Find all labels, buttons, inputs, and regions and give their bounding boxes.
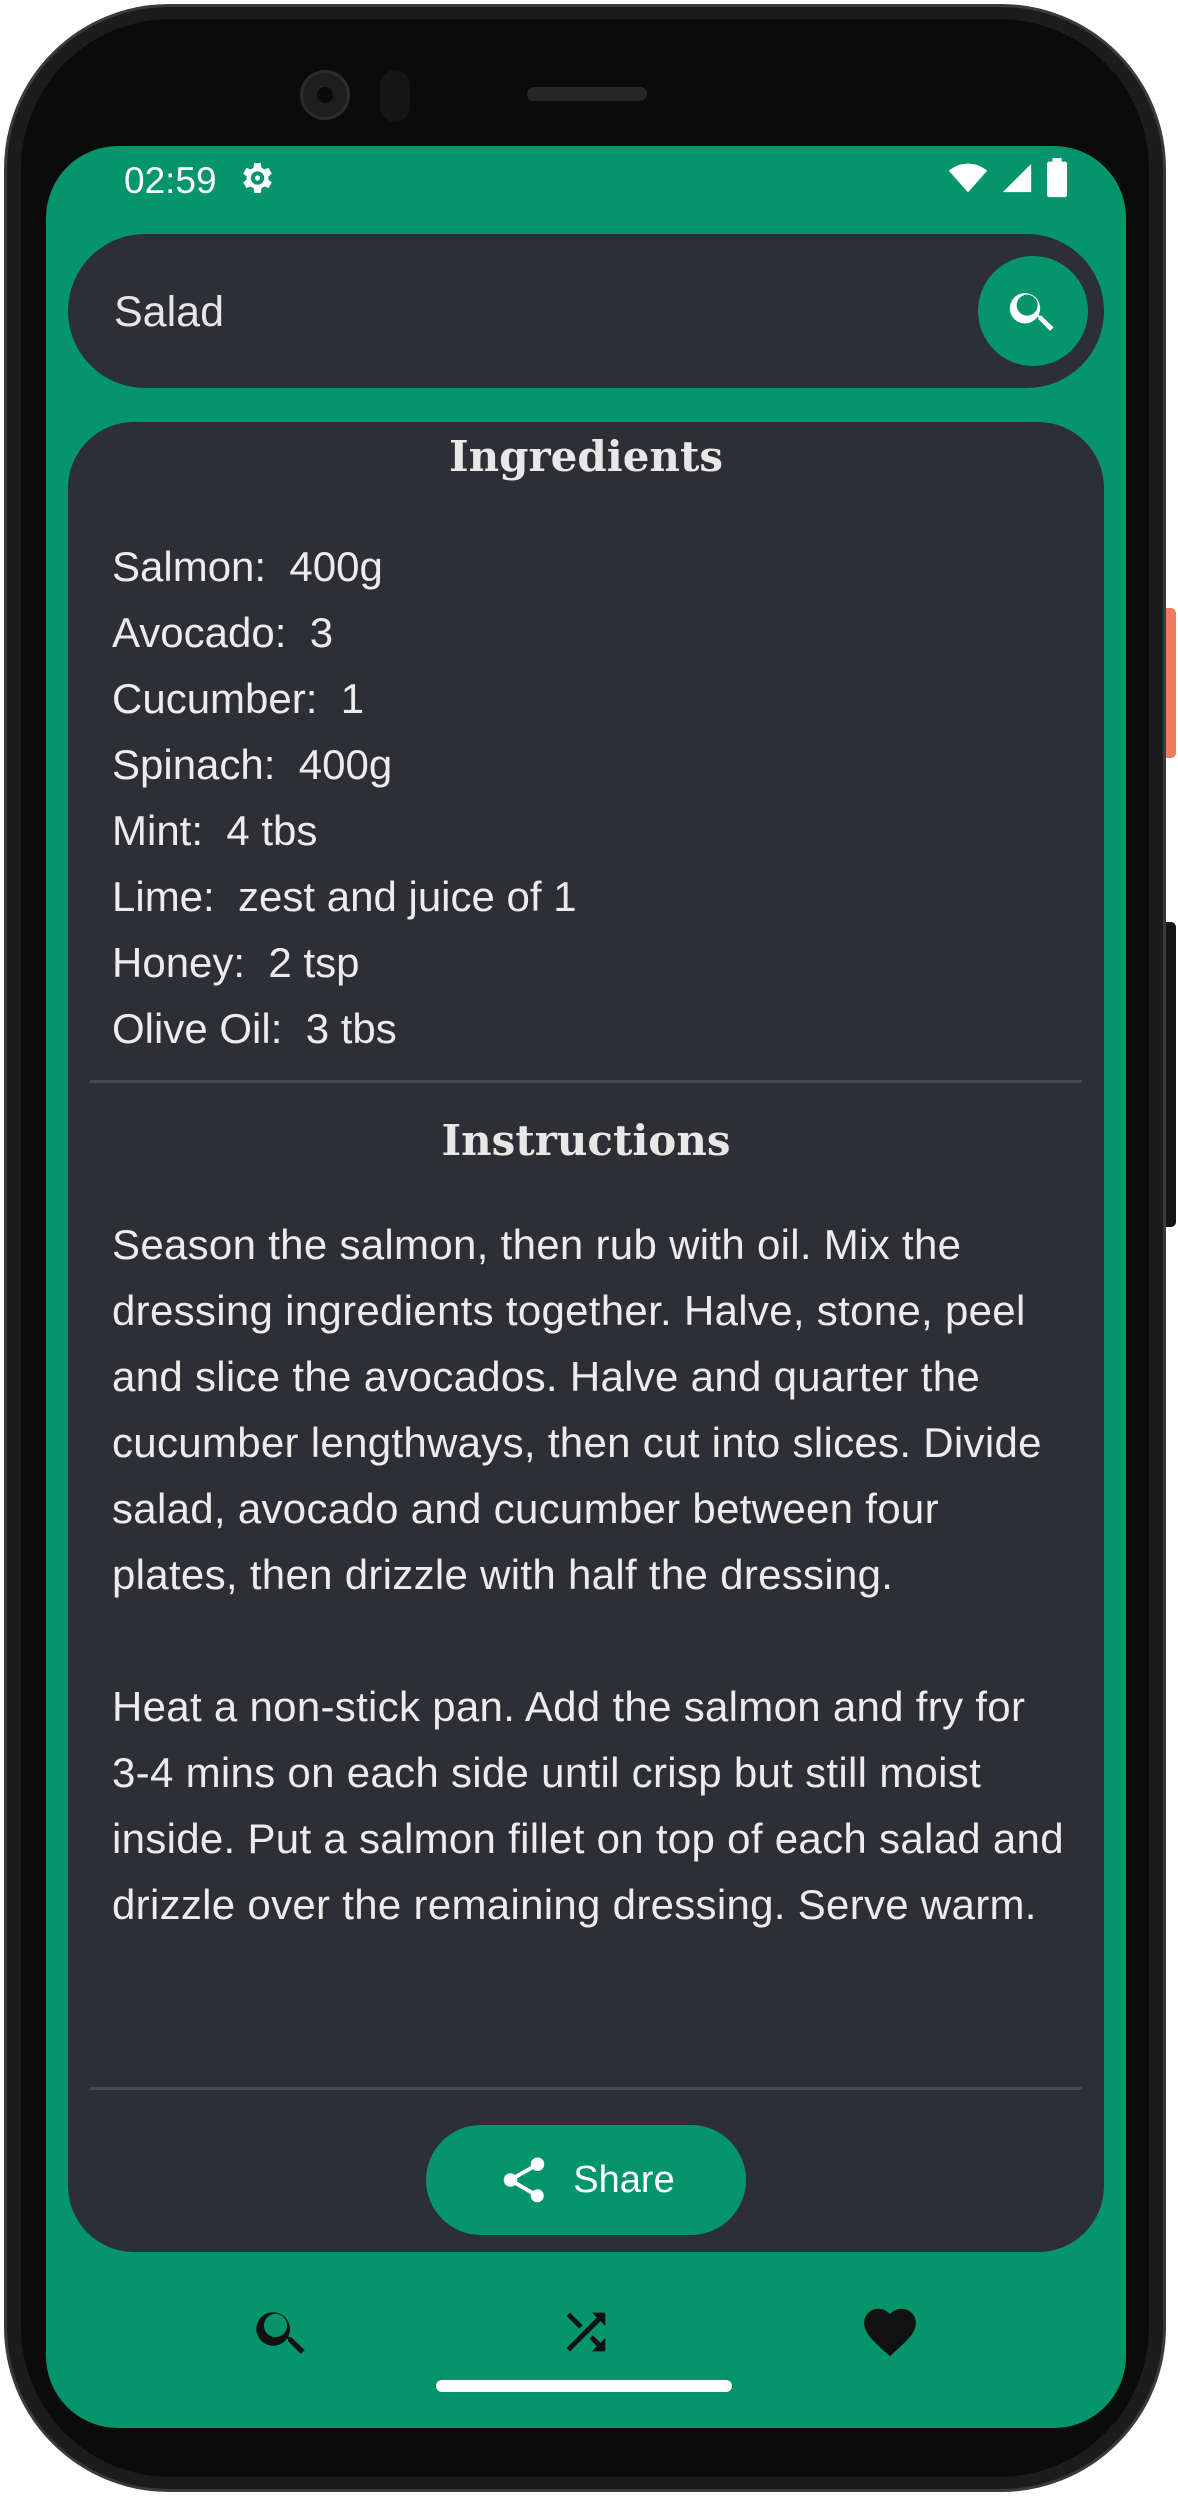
status-time: 02:59 <box>124 160 217 201</box>
instructions-paragraph: Heat a non-stick pan. Add the salmon and… <box>112 1683 1064 1928</box>
section-divider <box>90 1080 1082 1083</box>
search-input[interactable] <box>112 278 996 346</box>
signal-icon <box>1002 163 1032 193</box>
share-label: Share <box>573 2158 675 2201</box>
ingredient-item: Salmon: 400g <box>112 543 383 590</box>
proximity-sensor <box>380 70 410 122</box>
power-button <box>1166 608 1176 758</box>
status-bar: 02:59 <box>46 146 1126 224</box>
nav-random-button[interactable] <box>546 2292 626 2372</box>
section-divider <box>90 2087 1082 2090</box>
shuffle-icon <box>566 2312 606 2352</box>
share-icon <box>504 2157 545 2203</box>
ingredient-item: Mint: 4 tbs <box>112 807 318 854</box>
instructions-title: Instructions <box>441 1116 731 1165</box>
ingredients-list: Salmon: 400g Avocado: 3 Cucumber: 1 Spin… <box>112 534 577 1062</box>
search-icon <box>1009 293 1054 331</box>
search-icon <box>256 2312 305 2354</box>
nav-favorites-button[interactable] <box>850 2292 930 2372</box>
search-bar <box>68 234 1104 388</box>
ingredient-item: Avocado: 3 <box>112 609 334 656</box>
ingredient-item: Lime: zest and juice of 1 <box>112 873 577 920</box>
settings-gear-icon <box>243 163 272 193</box>
instructions-text: Season the salmon, then rub with oil. Mi… <box>112 1212 1072 1938</box>
home-indicator[interactable] <box>436 2380 732 2392</box>
ingredient-item: Honey: 2 tsp <box>112 939 360 986</box>
heart-icon <box>864 2308 916 2357</box>
battery-icon <box>1047 158 1067 198</box>
ingredients-title: Ingredients <box>448 432 724 481</box>
bottom-navigation <box>46 2272 1126 2392</box>
nav-search-button[interactable] <box>242 2292 322 2372</box>
front-camera <box>300 70 350 120</box>
earpiece-speaker <box>527 87 647 101</box>
status-icons <box>948 158 1068 198</box>
search-button[interactable] <box>978 256 1088 366</box>
ingredient-item: Spinach: 400g <box>112 741 393 788</box>
volume-button <box>1166 922 1176 1227</box>
instructions-paragraph: Season the salmon, then rub with oil. Mi… <box>112 1221 1042 1598</box>
app-screen: 02:59 Ingredients Sal <box>46 146 1126 2428</box>
ingredient-item: Cucumber: 1 <box>112 675 365 722</box>
share-button[interactable]: Share <box>426 2125 746 2235</box>
ingredient-item: Olive Oil: 3 tbs <box>112 1005 397 1052</box>
wifi-icon <box>948 163 988 193</box>
recipe-card: Ingredients Salmon: 400g Avocado: 3 Cucu… <box>68 422 1104 2252</box>
